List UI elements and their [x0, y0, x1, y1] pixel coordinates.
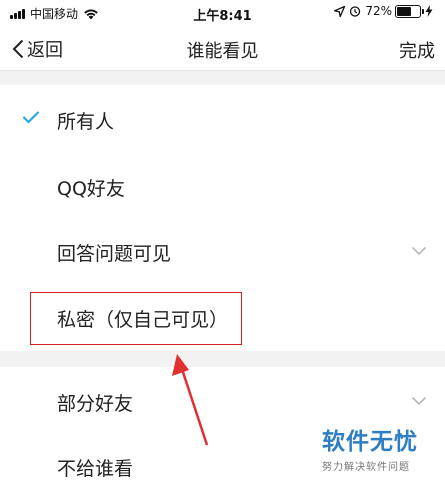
watermark-main: 软件无忧 — [322, 429, 418, 455]
watermark-logo: 软件无忧 努力解决软件问题 — [322, 422, 437, 473]
watermark-sub: 努力解决软件问题 — [322, 462, 410, 473]
annotation-arrow — [172, 354, 209, 446]
